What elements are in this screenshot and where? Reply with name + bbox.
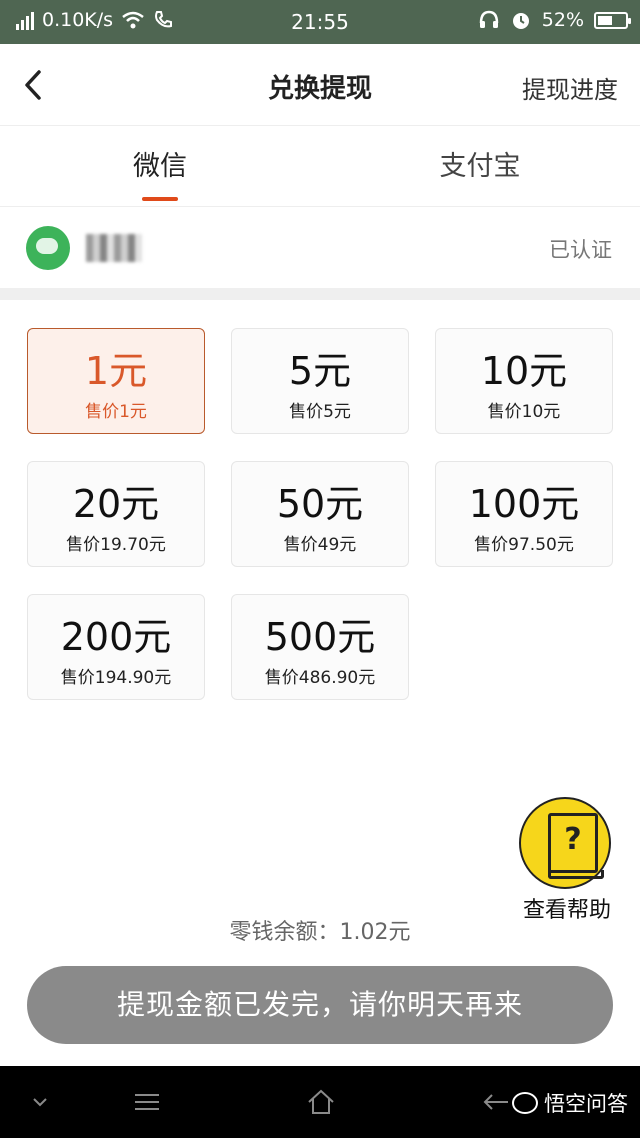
account-row: 已认证	[0, 208, 640, 288]
home-icon[interactable]	[306, 1088, 336, 1116]
price-label: 售价49元	[283, 535, 357, 555]
price-label: 售价10元	[487, 402, 561, 422]
amount-option-100[interactable]: 100元 售价97.50元	[435, 461, 613, 567]
withdraw-button[interactable]: 提现金额已发完，请你明天再来	[27, 966, 613, 1044]
payment-tabs: 微信 支付宝	[0, 127, 640, 207]
price-label: 售价194.90元	[60, 668, 172, 688]
help-button[interactable]: ? 查看帮助	[512, 796, 622, 926]
back-button[interactable]	[10, 60, 58, 108]
back-arrow-icon[interactable]	[482, 1092, 512, 1114]
status-right: 52%	[478, 9, 631, 31]
amount-label: 50元	[276, 482, 364, 526]
system-nav-bar: 悟空问答	[0, 1066, 640, 1138]
amount-option-5[interactable]: 5元 售价5元	[231, 328, 409, 434]
amount-label: 200元	[60, 615, 172, 659]
tab-active-indicator	[142, 197, 178, 201]
watermark-logo-icon	[512, 1092, 538, 1114]
amount-label: 5元	[288, 349, 352, 393]
help-book-icon: ?	[548, 813, 604, 879]
chevron-down-icon[interactable]	[30, 1096, 50, 1110]
question-icon: ?	[564, 822, 582, 857]
withdraw-progress-link[interactable]: 提现进度	[522, 70, 618, 105]
amount-label: 20元	[72, 482, 160, 526]
tab-alipay[interactable]: 支付宝	[320, 127, 640, 207]
amount-option-10[interactable]: 10元 售价10元	[435, 328, 613, 434]
account-name-redacted	[86, 234, 142, 262]
amount-option-50[interactable]: 50元 售价49元	[231, 461, 409, 567]
verified-status: 已认证	[549, 238, 612, 262]
section-divider	[0, 288, 640, 300]
headset-icon	[479, 10, 499, 28]
battery-percent: 52%	[541, 9, 584, 31]
nav-bar: 兑换提现 提现进度	[0, 44, 640, 126]
chevron-left-icon	[25, 70, 41, 100]
balance-text: 零钱余额：1.02元	[229, 920, 411, 945]
price-label: 售价5元	[289, 402, 351, 422]
price-label: 售价1元	[85, 402, 147, 422]
tab-wechat[interactable]: 微信	[0, 127, 320, 207]
avatar	[26, 226, 70, 270]
watermark: 悟空问答	[512, 1088, 628, 1118]
amount-option-500[interactable]: 500元 售价486.90元	[231, 594, 409, 700]
help-badge: ?	[519, 797, 611, 889]
tab-wechat-label: 微信	[133, 151, 187, 182]
amount-label: 100元	[468, 482, 580, 526]
menu-icon[interactable]	[133, 1092, 161, 1112]
watermark-text: 悟空问答	[544, 1092, 628, 1116]
tab-alipay-label: 支付宝	[439, 151, 521, 182]
amount-option-1[interactable]: 1元 售价1元	[27, 328, 205, 434]
price-label: 售价486.90元	[264, 668, 376, 688]
price-label: 售价97.50元	[474, 535, 574, 555]
alarm-icon	[512, 13, 529, 29]
price-label: 售价19.70元	[66, 535, 166, 555]
battery-icon	[594, 11, 631, 29]
amount-label: 1元	[84, 349, 148, 393]
status-bar: 0.10K/s 21:55 52%	[0, 0, 640, 44]
amount-label: 10元	[480, 349, 568, 393]
amount-option-20[interactable]: 20元 售价19.70元	[27, 461, 205, 567]
amount-label: 500元	[264, 615, 376, 659]
amount-option-200[interactable]: 200元 售价194.90元	[27, 594, 205, 700]
